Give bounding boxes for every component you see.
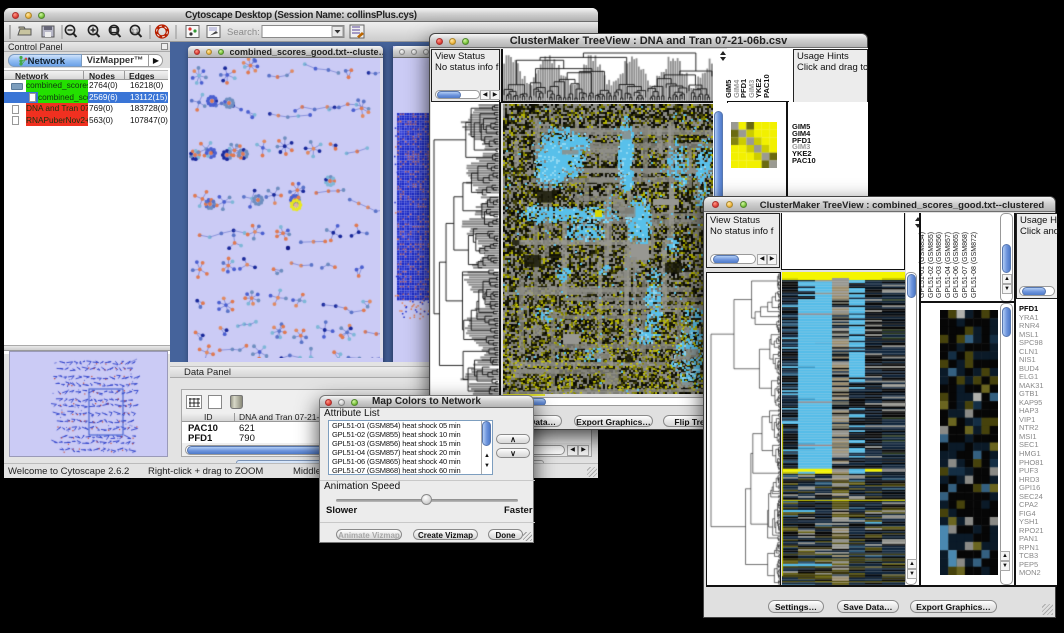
svg-text:1:1: 1:1 [132,29,139,35]
svg-text:Search:: Search: [227,27,260,38]
